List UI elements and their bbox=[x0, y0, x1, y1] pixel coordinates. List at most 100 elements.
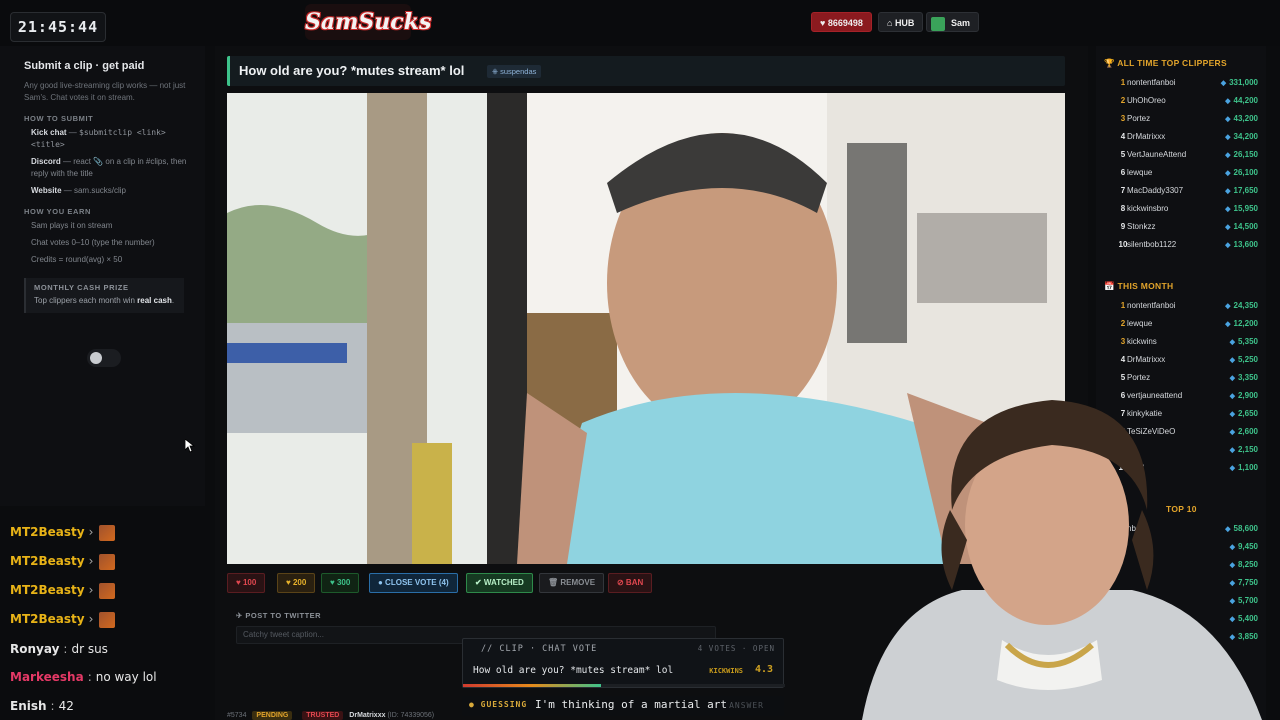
clipper-score: 5,350 bbox=[1230, 333, 1258, 352]
chat-username[interactable]: Markeesha bbox=[10, 670, 84, 684]
hub-button[interactable]: ⌂ HUB bbox=[878, 12, 924, 32]
chat-message: MT2Beasty › bbox=[10, 609, 116, 629]
clipper-score: 5,250 bbox=[1230, 351, 1258, 370]
avatar bbox=[931, 16, 945, 31]
chat-separator: › bbox=[88, 583, 94, 597]
close-vote-button[interactable]: ● CLOSE VOTE (4) bbox=[369, 573, 458, 593]
guessing-label: ● GUESSING bbox=[469, 700, 528, 709]
chat-username[interactable]: MT2Beasty bbox=[10, 554, 85, 568]
chat-separator: : bbox=[63, 642, 68, 656]
user-menu-button[interactable]: Sam bbox=[926, 12, 980, 32]
clip-meta: (ID: 74339056) bbox=[387, 712, 435, 719]
clipper-name: Portez bbox=[1127, 373, 1151, 382]
monthly-prize-box: MONTHLY CASH PRIZE Top clippers each mon… bbox=[24, 278, 184, 313]
clipper-name: VertJauneAttend bbox=[1127, 150, 1187, 159]
clipper-name: nontentfanboi bbox=[1127, 301, 1176, 310]
all-time-row[interactable]: 9Stonkzz14,500 bbox=[1104, 218, 1258, 236]
all-time-row[interactable]: 7MacDaddy330717,650 bbox=[1104, 182, 1258, 200]
chat-vote-overlay: // CLIP · CHAT VOTE 4 VOTES · OPEN How o… bbox=[462, 638, 785, 688]
all-time-row[interactable]: 5VertJauneAttend26,150 bbox=[1104, 146, 1258, 164]
vote-heading: // CLIP · CHAT VOTE bbox=[481, 644, 598, 654]
chat-message: Markeesha: no way lol bbox=[10, 667, 157, 687]
submit-item-kick: Kick chat — $submitclip <link> <title> bbox=[31, 128, 166, 149]
post-to-twitter-label: ✈ POST TO TWITTER bbox=[236, 611, 322, 620]
all-time-row[interactable]: 8kickwinsbro15,950 bbox=[1104, 200, 1258, 218]
all-time-row[interactable]: 3Portez43,200 bbox=[1104, 110, 1258, 128]
watched-button[interactable]: ✔ WATCHED bbox=[466, 573, 533, 593]
next-clip-row[interactable]: #5734 PENDING TRUSTED DrMatrixxx (ID: 74… bbox=[227, 711, 435, 720]
clipper-score: 14,500 bbox=[1225, 218, 1258, 237]
chat-text: 42 bbox=[58, 699, 74, 713]
dot-icon: ● bbox=[469, 700, 481, 709]
chat-username[interactable]: MT2Beasty bbox=[10, 583, 85, 597]
clipper-score: 15,950 bbox=[1225, 200, 1258, 219]
all-time-row[interactable]: 10silentbob112213,600 bbox=[1104, 236, 1258, 254]
clipper-name: DrMatrixxx bbox=[1127, 132, 1166, 141]
all-time-row[interactable]: 6lewque26,100 bbox=[1104, 164, 1258, 182]
clipper-score: 331,000 bbox=[1221, 74, 1258, 93]
streamer-webcam bbox=[802, 400, 1280, 720]
month-row[interactable]: 1nontentfanboi24,350 bbox=[1104, 297, 1258, 315]
month-row[interactable]: 4DrMatrixxx5,250 bbox=[1104, 351, 1258, 369]
home-icon: ⌂ bbox=[887, 18, 895, 28]
balance-button[interactable]: ♥ 8669498 bbox=[811, 12, 872, 32]
chat-separator: : bbox=[87, 670, 92, 684]
guessing-game-bar: ● GUESSING I'm thinking of a martial art… bbox=[462, 696, 784, 716]
top-bar: 21:45:44 SamSucks ♥ 8669498 ⌂ HUB Sam bbox=[0, 0, 1280, 46]
month-row[interactable]: 3kickwins5,350 bbox=[1104, 333, 1258, 351]
clipper-name: Stonkzz bbox=[1127, 222, 1156, 231]
clip-tag[interactable]: ⎈ suspendas bbox=[487, 65, 542, 78]
webcam-frame bbox=[862, 400, 1262, 720]
submit-sidebar: Submit a clip · get paid Any good live-s… bbox=[0, 46, 205, 506]
submit-item-discord: Discord — react 📎 on a clip in #clips, t… bbox=[31, 157, 187, 178]
clipper-name: UhOhOreo bbox=[1127, 96, 1166, 105]
vote-clip-title: How old are you? *mutes stream* lol bbox=[473, 665, 674, 676]
clip-submitter: DrMatrixxx bbox=[349, 712, 386, 719]
chat-username[interactable]: Enish bbox=[10, 699, 47, 713]
theme-toggle[interactable] bbox=[87, 349, 121, 367]
answer-label: ANSWER bbox=[729, 701, 764, 710]
clip-id: #5734 bbox=[227, 712, 247, 719]
vote-progress-fill bbox=[463, 684, 602, 687]
all-time-row[interactable]: 4DrMatrixxx34,200 bbox=[1104, 128, 1258, 146]
clipper-score: 12,200 bbox=[1225, 315, 1258, 334]
chat-text: no way lol bbox=[95, 670, 157, 684]
month-row[interactable]: 2lewque12,200 bbox=[1104, 315, 1258, 333]
chat-emote-icon bbox=[99, 611, 116, 628]
month-row[interactable]: 5Portez3,350 bbox=[1104, 369, 1258, 387]
chat-username[interactable]: Ronyay bbox=[10, 642, 59, 656]
award-100-button[interactable]: ♥ 100 bbox=[227, 573, 266, 593]
chat-separator: › bbox=[88, 525, 94, 539]
clipper-name: kickwinsbro bbox=[1127, 204, 1169, 213]
status-badge: PENDING bbox=[252, 711, 293, 720]
clipper-score: 17,650 bbox=[1225, 182, 1258, 201]
chat-separator: : bbox=[50, 699, 55, 713]
chat-message: Enish:42 bbox=[10, 696, 74, 716]
balance-value: 8669498 bbox=[827, 18, 863, 28]
chat-username[interactable]: MT2Beasty bbox=[10, 525, 85, 539]
ban-button[interactable]: ⊘ BAN bbox=[608, 573, 653, 593]
chat-message: MT2Beasty › bbox=[10, 580, 116, 600]
chat-username[interactable]: MT2Beasty bbox=[10, 612, 85, 626]
award-300-button[interactable]: ♥ 300 bbox=[321, 573, 360, 593]
clipper-name: MacDaddy3307 bbox=[1127, 186, 1184, 195]
hub-label: HUB bbox=[894, 18, 915, 28]
send-icon: ✈ bbox=[236, 611, 246, 620]
clipper-score: 24,350 bbox=[1225, 297, 1258, 316]
mouse-cursor-icon bbox=[185, 439, 195, 453]
submit-item-website[interactable]: Website — sam.sucks/clip bbox=[31, 185, 196, 197]
remove-button[interactable]: 🗑 REMOVE bbox=[539, 573, 605, 593]
clipper-name: Portez bbox=[1127, 114, 1151, 123]
award-200-button[interactable]: ♥ 200 bbox=[277, 573, 316, 593]
chat-text: dr sus bbox=[71, 642, 108, 656]
vote-count: 4 VOTES · OPEN bbox=[697, 644, 775, 653]
all-time-row[interactable]: 1nontentfanboi331,000 bbox=[1104, 74, 1258, 92]
clip-title: How old are you? *mutes stream* lol bbox=[239, 63, 465, 78]
this-month-heading: 📅 THIS MONTH bbox=[1104, 281, 1174, 291]
guess-hint: I'm thinking of a martial art bbox=[535, 698, 728, 711]
clipper-name: DrMatrixxx bbox=[1127, 355, 1166, 364]
all-time-row[interactable]: 2UhOhOreo44,200 bbox=[1104, 92, 1258, 110]
submit-info-box: Submit a clip · get paid Any good live-s… bbox=[16, 54, 196, 313]
submit-title: Submit a clip · get paid bbox=[24, 60, 145, 72]
site-logo[interactable]: SamSucks bbox=[305, 4, 431, 40]
